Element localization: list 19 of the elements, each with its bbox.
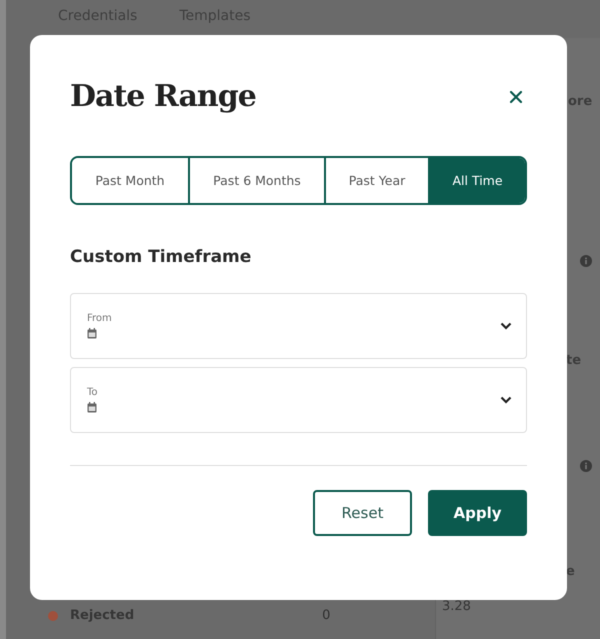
status-count: 0 <box>322 608 330 623</box>
calendar-icon <box>87 402 97 413</box>
range-tab[interactable]: All Time <box>430 158 525 203</box>
reset-button[interactable]: Reset <box>313 490 412 536</box>
range-tab[interactable]: Past Month <box>72 158 190 203</box>
field-label: To <box>87 387 98 398</box>
side-value: 3.28 <box>442 599 471 614</box>
field-label: From <box>87 313 112 324</box>
dialog-title: Date Range <box>70 79 256 114</box>
close-icon[interactable] <box>509 90 523 104</box>
info-icon <box>580 255 592 267</box>
chevron-down-icon <box>500 396 512 404</box>
info-icon <box>580 460 592 472</box>
section-title: Custom Timeframe <box>70 247 252 267</box>
calendar-icon <box>87 328 97 339</box>
date-field[interactable]: To <box>70 367 527 433</box>
date-field[interactable]: From <box>70 293 527 359</box>
chevron-down-icon <box>500 322 512 330</box>
apply-button[interactable]: Apply <box>428 490 527 536</box>
